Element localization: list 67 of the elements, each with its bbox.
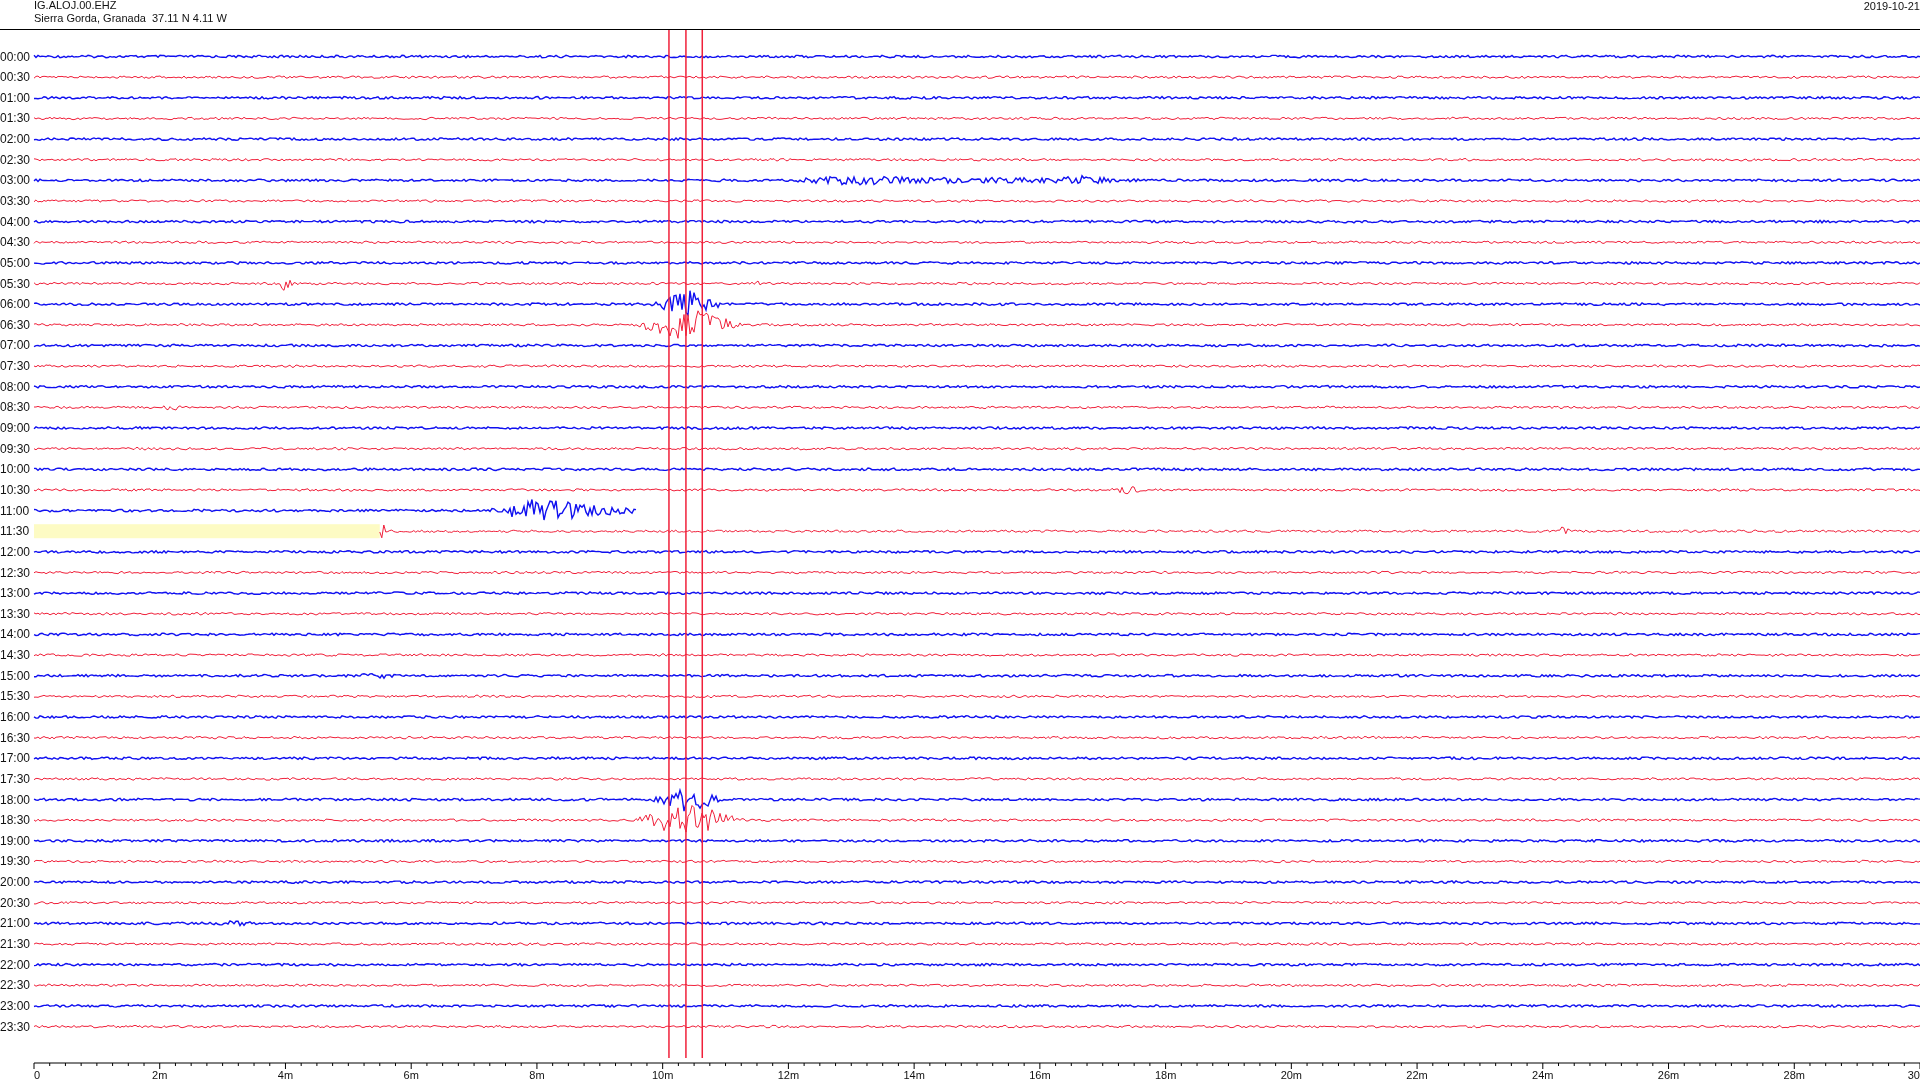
time-label: 20:00 (0, 875, 31, 890)
time-label: 16:00 (0, 710, 31, 724)
time-label: 08:00 (0, 379, 31, 394)
time-label: 07:30 (0, 359, 31, 374)
time-label: 16:30 (0, 730, 31, 745)
time-label: 05:30 (0, 276, 31, 291)
time-label: 03:00 (0, 173, 31, 188)
time-label: 02:00 (0, 132, 31, 147)
time-label: 21:00 (0, 916, 31, 931)
time-label: 04:30 (0, 235, 31, 250)
time-label: 21:30 (0, 937, 31, 951)
axis-label: 12m (777, 1069, 800, 1079)
axis-label: 30 (1907, 1069, 1920, 1079)
time-label: 19:00 (0, 833, 31, 848)
axis-label: 14m (903, 1069, 925, 1079)
axis-label: 6m (403, 1069, 419, 1079)
time-label: 23:00 (0, 998, 31, 1013)
time-label: 08:30 (0, 400, 31, 415)
time-label: 00:30 (0, 70, 31, 85)
station-location: Sierra Gorda, Granada 37.11 N 4.11 W (34, 12, 227, 25)
axis-label: 24m (1532, 1069, 1554, 1079)
axis-label: 18m (1154, 1069, 1177, 1079)
time-label: 18:30 (0, 813, 31, 828)
time-label: 06:30 (0, 317, 31, 332)
time-label: 15:30 (0, 689, 31, 704)
time-label: 12:00 (0, 544, 31, 559)
time-label: 09:00 (0, 421, 31, 435)
time-label: 04:00 (0, 214, 31, 229)
time-label: 22:00 (0, 957, 31, 972)
time-label: 10:00 (0, 462, 31, 477)
time-label: 00:00 (0, 49, 31, 64)
time-label: 14:30 (0, 648, 31, 663)
axis-label: 26m (1657, 1069, 1680, 1079)
axis-label: 2m (152, 1069, 168, 1079)
time-label: 11:30 (0, 524, 30, 539)
plot-date: 2019-10-21 (1863, 0, 1920, 14)
station-code: IG.ALOJ.00.EHZ (34, 0, 118, 12)
time-label: 20:30 (0, 895, 31, 910)
time-label: 15:00 (0, 668, 31, 683)
time-label: 13:30 (0, 606, 31, 621)
axis-label: 28m (1783, 1069, 1805, 1079)
time-label: 02:30 (0, 152, 31, 167)
time-label: 22:30 (0, 978, 31, 993)
time-label: 11:00 (0, 503, 30, 518)
time-label: 03:30 (0, 194, 31, 208)
axis-label: 16m (1029, 1069, 1051, 1079)
axis-label: 8m (529, 1069, 545, 1079)
time-label: 06:00 (0, 297, 31, 312)
time-label: 05:00 (0, 255, 31, 270)
axis-label: 22m (1406, 1069, 1428, 1079)
time-label: 14:00 (0, 627, 31, 642)
time-label: 17:30 (0, 771, 31, 786)
time-label: 01:30 (0, 111, 31, 126)
time-label: 18:00 (0, 792, 31, 807)
time-label: 12:30 (0, 565, 31, 580)
time-label: 23:30 (0, 1019, 31, 1034)
time-label: 09:30 (0, 441, 31, 456)
time-label: 10:30 (0, 482, 31, 497)
time-label: 19:30 (0, 854, 31, 869)
axis-label: 20m (1280, 1069, 1303, 1079)
time-label: 13:00 (0, 586, 31, 601)
time-label: 17:00 (0, 751, 31, 766)
axis-label: 4m (277, 1069, 294, 1079)
axis-label: 10m (651, 1069, 674, 1079)
time-label: 01:00 (0, 90, 31, 105)
axis-label: 0 (34, 1069, 41, 1079)
time-label: 07:00 (0, 338, 31, 353)
